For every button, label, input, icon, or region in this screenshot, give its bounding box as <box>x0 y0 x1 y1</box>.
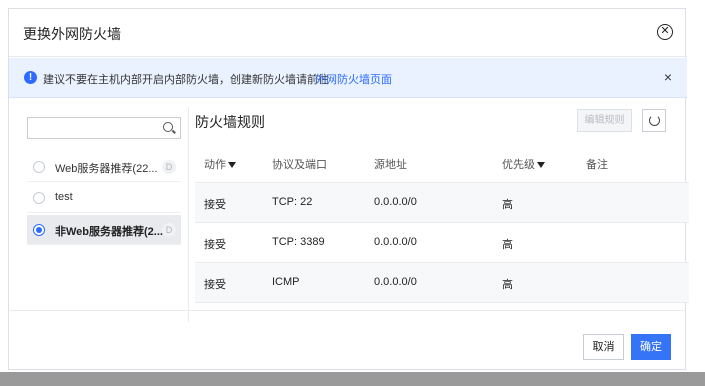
cell-priority: 高 <box>502 199 513 211</box>
filter-icon[interactable] <box>228 162 236 169</box>
cancel-button[interactable]: 取消 <box>583 334 624 360</box>
refresh-icon <box>649 115 660 126</box>
table-row: 接受 TCP: 3389 0.0.0.0/0 高 <box>195 223 689 263</box>
rules-table: 动作 协议及端口 源地址 优先级 备注 接受 TCP: 22 0.0.0.0/0… <box>195 143 689 303</box>
cell-priority: 高 <box>502 279 513 291</box>
cell-source: 0.0.0.0/0 <box>374 196 417 208</box>
alert-text: 建议不要在主机内部开启内部防火墙，创建新防火墙请前往 <box>43 74 329 86</box>
info-icon: ! <box>24 71 37 84</box>
table-header-row: 动作 协议及端口 源地址 优先级 备注 <box>195 143 689 183</box>
list-item[interactable]: test <box>27 183 181 213</box>
firewall-name: 非Web服务器推荐(2... <box>55 226 163 238</box>
cell-action: 接受 <box>204 239 226 251</box>
header-protocol: 协议及端口 <box>272 159 327 171</box>
firewall-page-link[interactable]: 外网防火墙页面 <box>315 71 392 87</box>
list-item[interactable]: Web服务器推荐(22... D <box>27 152 181 182</box>
radio-button[interactable] <box>33 161 45 173</box>
list-item[interactable]: 非Web服务器推荐(2... D <box>27 215 181 245</box>
dialog-header: 更换外网防火墙 ✕ <box>9 9 687 57</box>
dialog-title: 更换外网防火墙 <box>23 26 121 42</box>
header-priority[interactable]: 优先级 <box>502 156 545 172</box>
firewall-list-panel: Web服务器推荐(22... D test 非Web服务器推荐(2... D <box>19 107 189 322</box>
info-alert: ! 建议不要在主机内部开启内部防火墙，创建新防火墙请前往 外网防火墙页面 × <box>9 58 687 98</box>
filter-icon[interactable] <box>537 162 545 169</box>
cell-protocol: TCP: 22 <box>272 196 313 208</box>
table-row: 接受 TCP: 22 0.0.0.0/0 高 <box>195 183 689 223</box>
radio-button-selected[interactable] <box>33 224 45 236</box>
rules-title: 防火墙规则 <box>195 114 265 130</box>
refresh-button[interactable] <box>642 109 666 132</box>
firewall-name: Web服务器推荐(22... <box>55 163 158 175</box>
firewall-name: test <box>55 191 73 203</box>
default-badge: D <box>162 223 176 237</box>
cell-priority: 高 <box>502 239 513 251</box>
cell-action: 接受 <box>204 279 226 291</box>
search-input[interactable] <box>27 117 181 139</box>
radio-button[interactable] <box>33 192 45 204</box>
cell-protocol: TCP: 3389 <box>272 236 325 248</box>
alert-close-icon[interactable]: × <box>664 69 672 85</box>
default-badge: D <box>162 160 176 174</box>
header-source: 源地址 <box>374 159 407 171</box>
cell-source: 0.0.0.0/0 <box>374 236 417 248</box>
cell-protocol: ICMP <box>272 276 300 288</box>
header-note: 备注 <box>586 159 608 171</box>
search-icon[interactable] <box>163 122 173 132</box>
dialog-footer: 取消 确定 <box>8 310 686 362</box>
confirm-button[interactable]: 确定 <box>631 334 671 360</box>
table-row: 接受 ICMP 0.0.0.0/0 高 <box>195 263 689 303</box>
edit-rules-button[interactable]: 编辑规则 <box>577 109 632 132</box>
cell-action: 接受 <box>204 199 226 211</box>
header-action[interactable]: 动作 <box>204 156 236 172</box>
cell-source: 0.0.0.0/0 <box>374 276 417 288</box>
background-strip <box>0 372 705 386</box>
close-icon[interactable]: ✕ <box>657 24 673 40</box>
